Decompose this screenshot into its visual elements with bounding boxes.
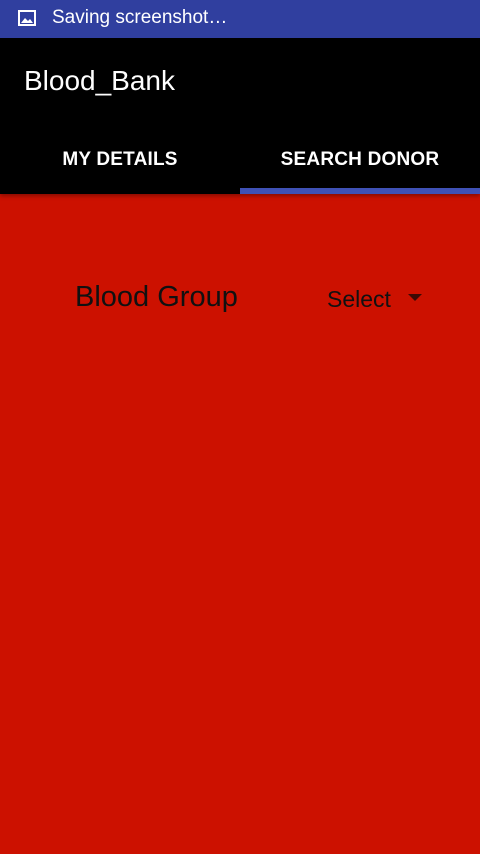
blood-group-selected-value: Select bbox=[327, 286, 391, 312]
blood-group-label: Blood Group bbox=[75, 281, 238, 313]
search-donor-content: Blood Group Select bbox=[0, 194, 480, 854]
screen: Saving screenshot… Blood_Bank MY DETAILS… bbox=[0, 0, 480, 854]
dropdown-arrow-icon bbox=[408, 294, 422, 301]
status-bar: Saving screenshot… bbox=[0, 0, 480, 38]
image-icon bbox=[18, 10, 36, 26]
blood-group-dropdown[interactable]: Select bbox=[316, 280, 446, 320]
status-notification-text: Saving screenshot… bbox=[52, 7, 228, 28]
tab-my-details[interactable]: MY DETAILS bbox=[0, 125, 240, 194]
tab-bar: MY DETAILS SEARCH DONOR bbox=[0, 125, 480, 194]
app-bar: Blood_Bank bbox=[0, 38, 480, 125]
app-title: Blood_Bank bbox=[24, 65, 176, 96]
tab-search-donor[interactable]: SEARCH DONOR bbox=[240, 125, 480, 194]
